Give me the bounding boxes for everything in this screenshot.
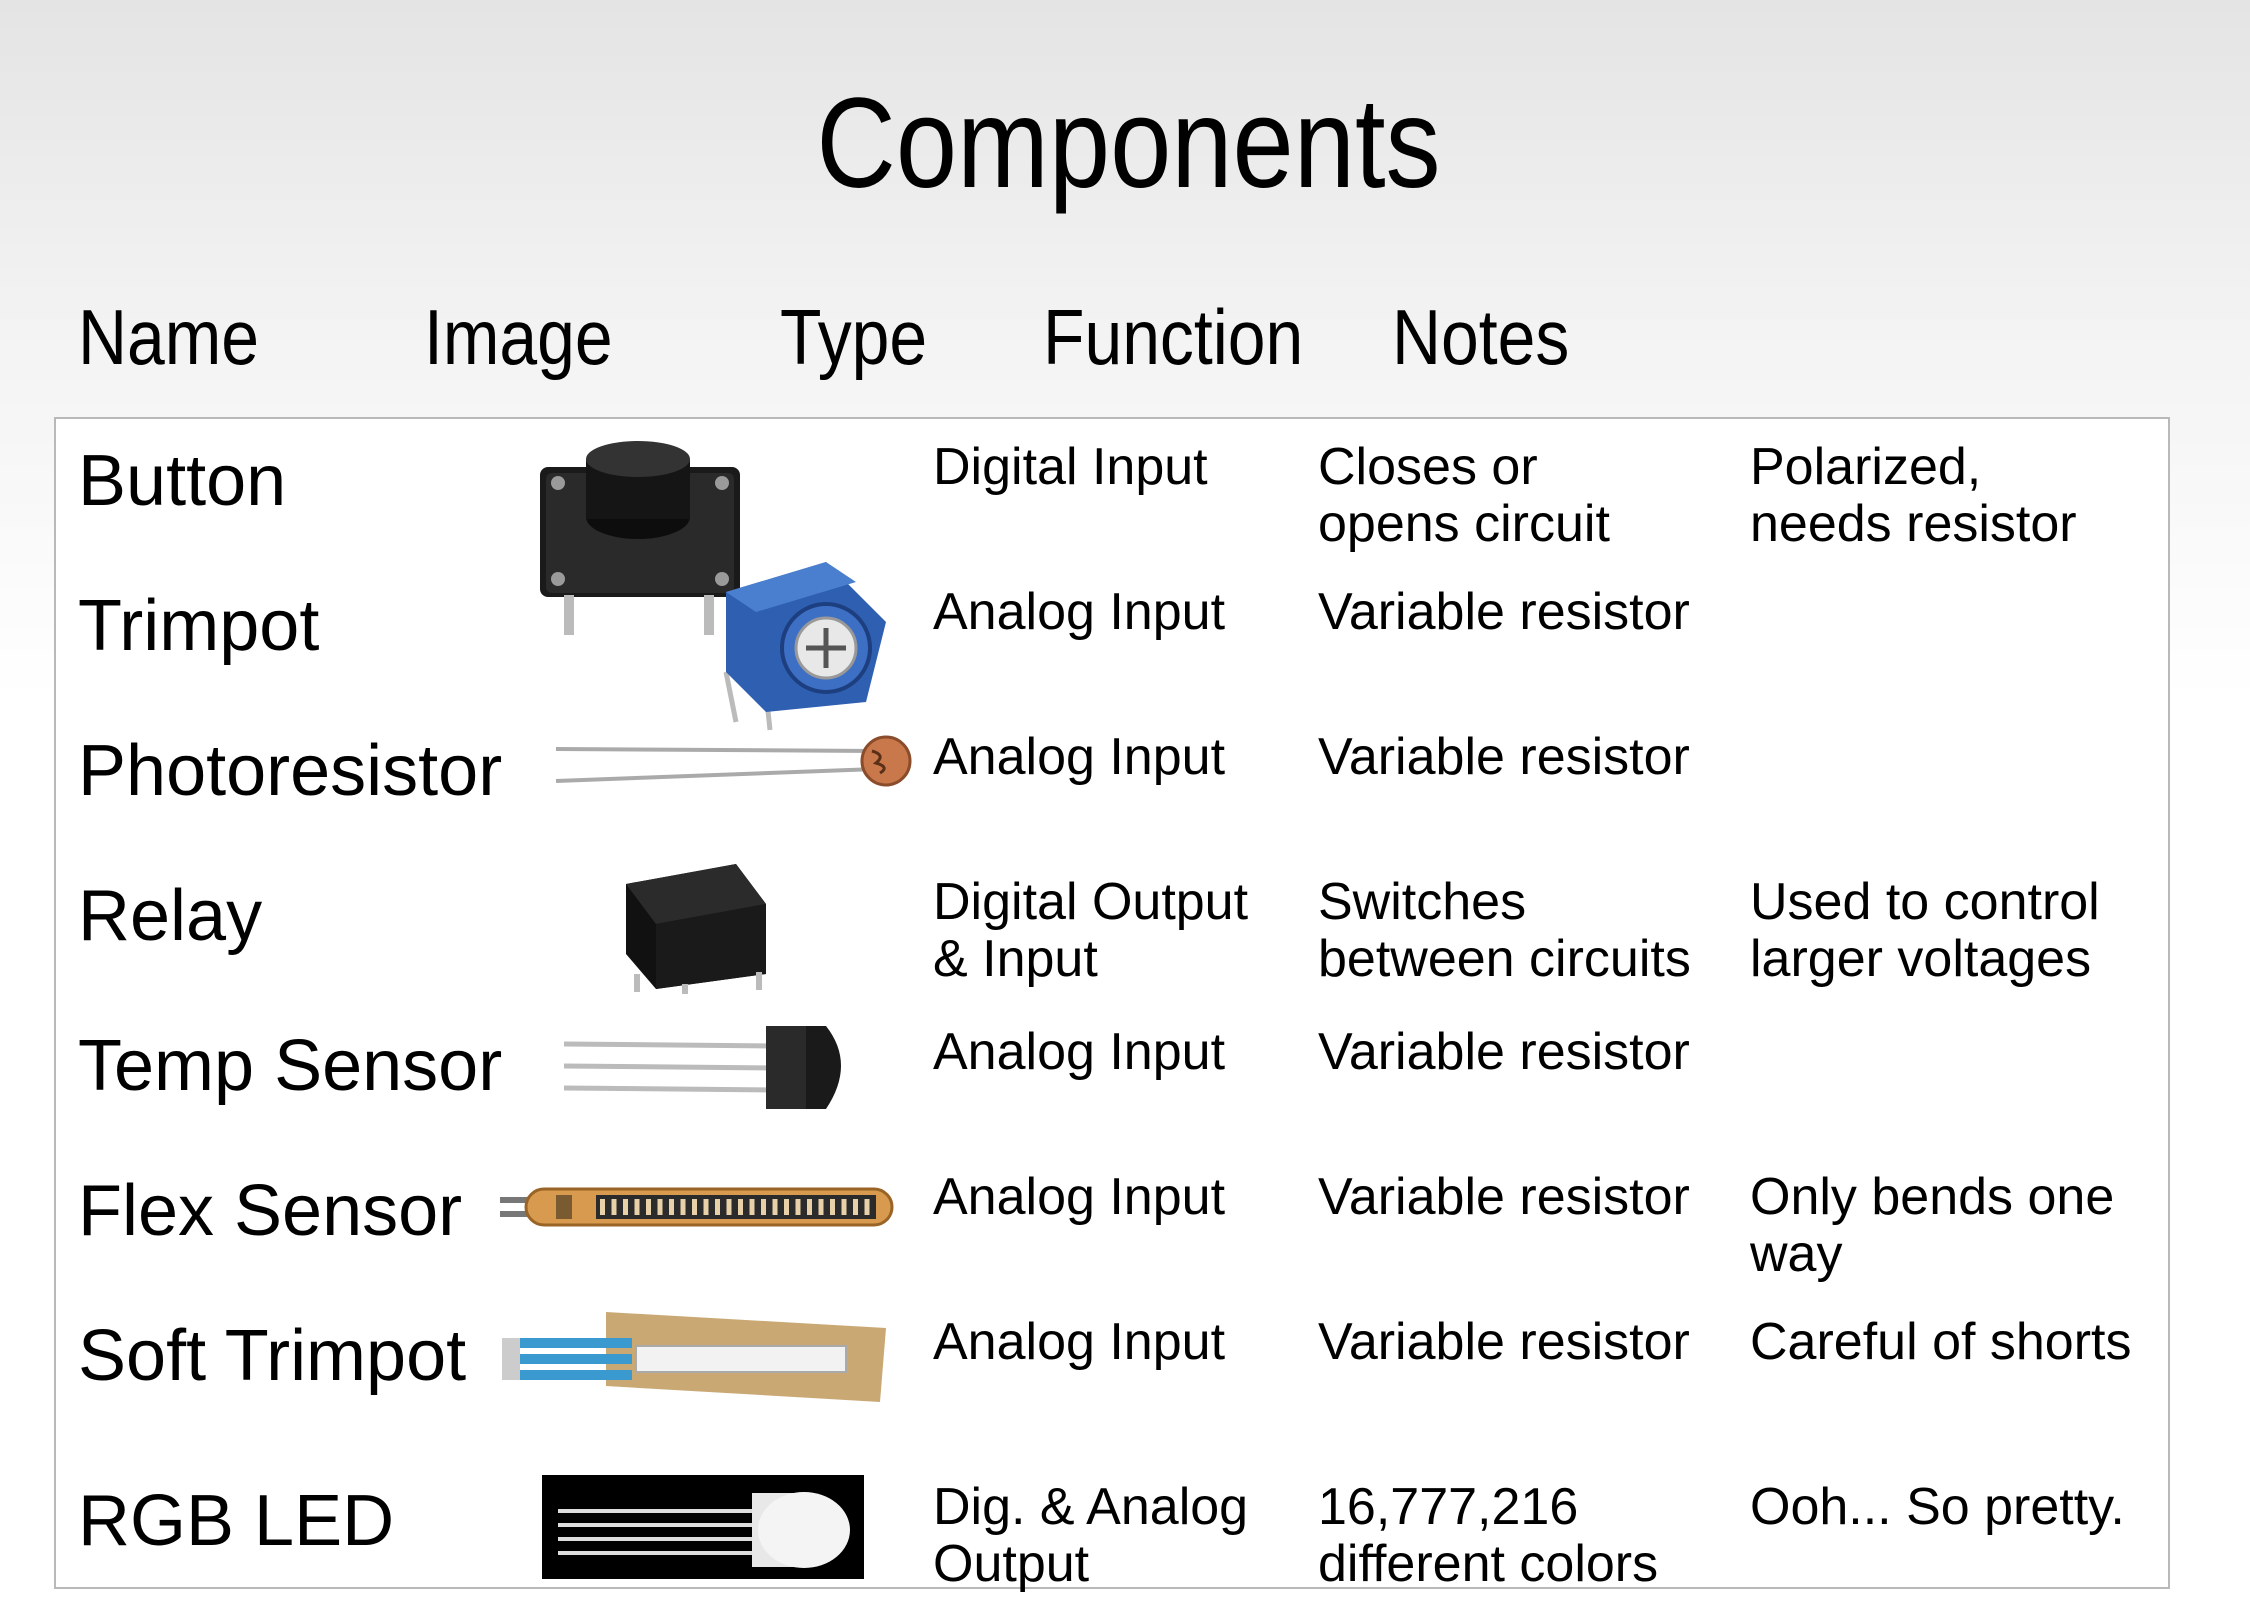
components-table: Button Digital Input Closes or opens cir… xyxy=(54,417,2170,1593)
trimpot-image xyxy=(723,562,886,731)
flex-stripe xyxy=(623,1199,628,1215)
photoresistor-image xyxy=(555,735,912,787)
flex-stripe xyxy=(853,1199,858,1215)
flex-stripe xyxy=(761,1199,766,1215)
flex-stripe xyxy=(864,1199,870,1215)
flex-stripe xyxy=(738,1199,743,1215)
row-type: Digital Input xyxy=(933,438,1208,496)
flex-stripe xyxy=(818,1199,824,1215)
row-function: Variable resistor xyxy=(1318,1313,1690,1371)
rgb-led-image xyxy=(542,1475,864,1579)
row-function: Variable resistor xyxy=(1318,1168,1690,1226)
flex-stripe xyxy=(657,1199,663,1215)
flex-stripe xyxy=(841,1199,847,1215)
relay-image xyxy=(626,864,766,994)
row-type: Analog Input xyxy=(933,1168,1226,1226)
temp-sensor-image xyxy=(563,1026,841,1109)
header-notes: Notes xyxy=(1392,293,1570,381)
row-notes: Ooh... So pretty. xyxy=(1750,1478,2125,1536)
flex-stripe xyxy=(692,1199,697,1215)
row-type: Digital Output & Input xyxy=(933,873,1249,988)
header-image: Image xyxy=(424,293,613,381)
row-name: Temp Sensor xyxy=(78,1026,503,1106)
flex-stripe xyxy=(830,1199,835,1215)
row-name: Trimpot xyxy=(78,586,320,666)
row-function: 16,777,216 different colors xyxy=(1318,1478,1659,1593)
page-title: Components xyxy=(816,72,1441,215)
flex-stripe xyxy=(784,1199,789,1215)
row-function: Variable resistor xyxy=(1318,1023,1690,1081)
row-function: Variable resistor xyxy=(1318,728,1690,786)
row-name: Photoresistor xyxy=(78,731,503,811)
row-function: Switches between circuits xyxy=(1318,873,1691,988)
flex-stripe xyxy=(807,1199,812,1215)
flex-stripe xyxy=(703,1199,709,1215)
soft-trimpot-image xyxy=(502,1312,886,1402)
flex-sensor-image xyxy=(500,1187,894,1227)
flex-stripe xyxy=(634,1199,640,1215)
row-name: RGB LED xyxy=(78,1481,395,1561)
row-name: Button xyxy=(78,441,287,521)
header-name: Name xyxy=(78,293,260,381)
flex-stripe xyxy=(749,1199,755,1215)
row-type: Analog Input xyxy=(933,1023,1226,1081)
flex-stripe xyxy=(715,1199,720,1215)
flex-stripe xyxy=(646,1199,651,1215)
row-name: Relay xyxy=(78,876,263,956)
row-type: Dig. & Analog Output xyxy=(933,1478,1249,1593)
flex-stripe xyxy=(680,1199,686,1215)
row-name: Soft Trimpot xyxy=(78,1316,467,1396)
row-type: Analog Input xyxy=(933,1313,1226,1371)
row-type: Analog Input xyxy=(933,583,1226,641)
row-function: Variable resistor xyxy=(1318,583,1690,641)
row-notes: Careful of shorts xyxy=(1750,1313,2132,1371)
flex-stripe xyxy=(726,1199,732,1215)
flex-stripe xyxy=(669,1199,674,1215)
row-notes: Used to control larger voltages xyxy=(1750,873,2100,988)
row-name: Flex Sensor xyxy=(78,1171,463,1251)
flex-stripe xyxy=(772,1199,778,1215)
flex-stripe xyxy=(600,1199,605,1215)
header-type: Type xyxy=(780,293,928,381)
row-notes: Only bends one way xyxy=(1750,1168,2115,1283)
flex-stripe xyxy=(611,1199,617,1215)
flex-stripe xyxy=(795,1199,801,1215)
row-type: Analog Input xyxy=(933,728,1226,786)
row-function: Closes or opens circuit xyxy=(1318,438,1610,553)
row-notes: Polarized, needs resistor xyxy=(1750,438,2077,553)
header-function: Function xyxy=(1043,293,1304,381)
